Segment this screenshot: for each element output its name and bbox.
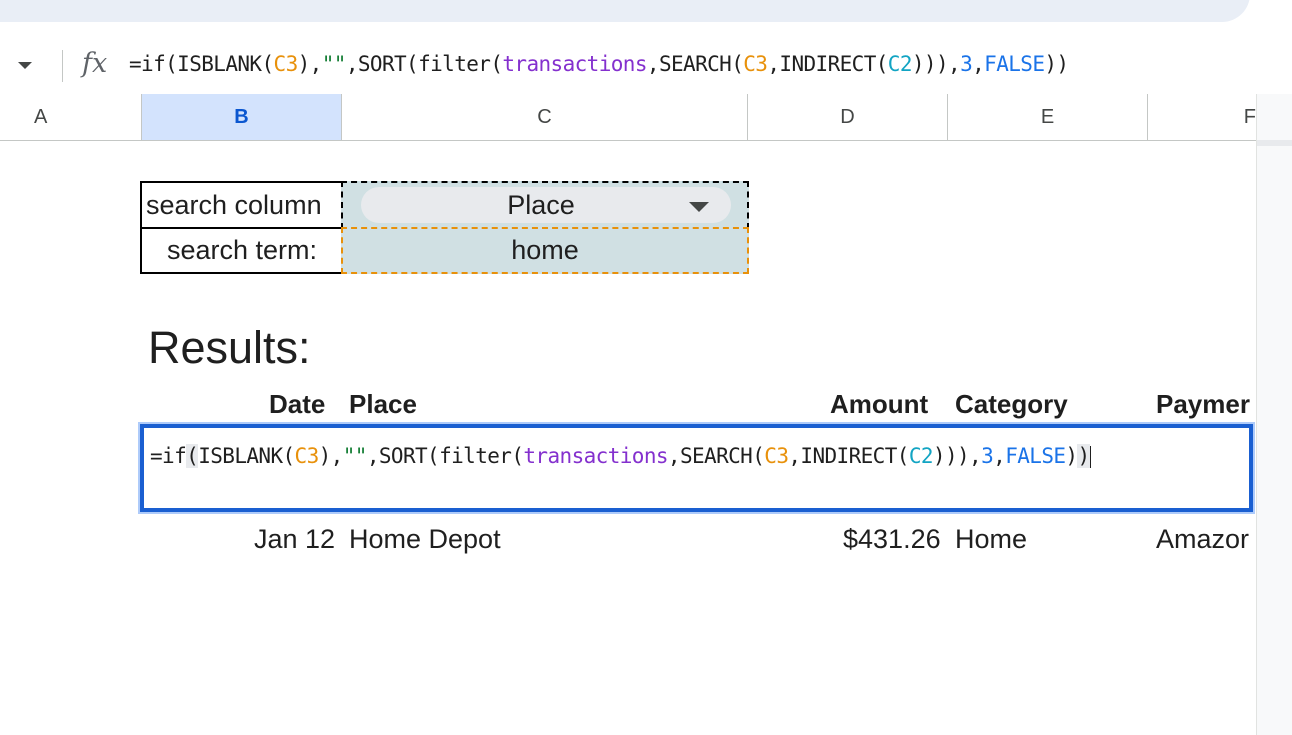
editor-token: ( — [186, 444, 199, 468]
results-title: Results: — [148, 322, 311, 373]
editor-token: ))), — [932, 444, 982, 468]
editor-token: C3 — [764, 444, 789, 468]
column-header-b[interactable]: B — [142, 94, 342, 140]
column-header-a[interactable]: A — [0, 94, 142, 140]
chevron-down-icon[interactable] — [689, 202, 709, 212]
editor-token: ) — [1077, 444, 1090, 468]
editor-token: ,SEARCH( — [667, 444, 765, 468]
editor-token: "" — [342, 444, 368, 468]
search-term-cell[interactable]: home — [341, 227, 749, 274]
toolbar-pill — [0, 0, 1250, 22]
header-payment: Paymer — [1156, 389, 1250, 419]
column-headers: A B C D E F — [0, 94, 1256, 141]
formula-token: transactions — [502, 52, 647, 76]
formula-bar-separator — [62, 50, 63, 82]
editor-token: ) — [1065, 444, 1078, 468]
formula-bar: fx =if(ISBLANK(C3),"",SORT(filter(transa… — [0, 38, 1292, 95]
formula-token: "" — [321, 52, 347, 76]
formula-token: ,INDIRECT( — [767, 52, 888, 76]
result-amount: $431.26 — [843, 524, 941, 554]
search-term-label: search term: — [140, 227, 344, 274]
name-box-dropdown-icon[interactable] — [18, 62, 32, 69]
result-place: Home Depot — [349, 524, 501, 554]
header-place: Place — [349, 389, 417, 419]
formula-token: C3 — [743, 52, 768, 76]
column-header-d[interactable]: D — [748, 94, 948, 140]
result-category: Home — [955, 524, 1028, 554]
editor-token: , — [993, 444, 1006, 468]
formula-input[interactable]: =if(ISBLANK(C3),"",SORT(filter(transacti… — [129, 52, 1069, 76]
cell-editor[interactable]: =if(ISBLANK(C3),"",SORT(filter(transacti… — [140, 424, 1253, 512]
scrollbar-thumb[interactable] — [1257, 140, 1292, 146]
cell-editor-text[interactable]: =if(ISBLANK(C3),"",SORT(filter(transacti… — [150, 438, 1240, 474]
formula-token: ))), — [911, 52, 961, 76]
search-column-label: search column — [140, 181, 344, 229]
column-header-e[interactable]: E — [948, 94, 1148, 140]
fx-icon: fx — [82, 48, 108, 79]
text-caret — [1089, 446, 1091, 468]
result-payment: Amazor — [1156, 524, 1250, 554]
search-column-value: Place — [507, 189, 575, 220]
search-column-dropdown[interactable]: Place — [361, 187, 731, 223]
result-date: Jan 12 — [254, 524, 336, 554]
column-header-f[interactable]: F — [1148, 94, 1256, 140]
editor-token: =if — [150, 444, 187, 468]
editor-token: ), — [318, 444, 344, 468]
editor-token: C3 — [294, 444, 320, 468]
formula-token: )) — [1044, 52, 1069, 76]
formula-token: FALSE — [984, 52, 1045, 76]
formula-token: ), — [297, 52, 323, 76]
top-toolbar-strip — [0, 0, 1292, 38]
editor-token: ,INDIRECT( — [788, 444, 909, 468]
editor-token: 3 — [981, 444, 994, 468]
column-header-c[interactable]: C — [342, 94, 748, 140]
editor-token: FALSE — [1005, 444, 1066, 468]
formula-token: ,SORT(filter( — [345, 52, 503, 76]
editor-token: ,SORT(filter( — [366, 444, 524, 468]
editor-token: ISBLANK( — [198, 444, 295, 468]
header-amount: Amount — [830, 389, 929, 419]
vertical-scrollbar[interactable] — [1256, 94, 1292, 735]
search-column-cell[interactable]: Place — [341, 181, 749, 229]
editor-token: C2 — [908, 444, 934, 468]
formula-token: C3 — [273, 52, 299, 76]
formula-token: 3 — [960, 52, 973, 76]
formula-token: C2 — [887, 52, 913, 76]
formula-token: =if(ISBLANK( — [129, 52, 274, 76]
editor-token: transactions — [523, 444, 668, 468]
column-f-clip: Paymer Amazor — [1150, 380, 1256, 580]
header-date: Date — [269, 389, 326, 419]
formula-token: , — [972, 52, 985, 76]
header-category: Category — [955, 389, 1068, 419]
formula-token: ,SEARCH( — [646, 52, 744, 76]
